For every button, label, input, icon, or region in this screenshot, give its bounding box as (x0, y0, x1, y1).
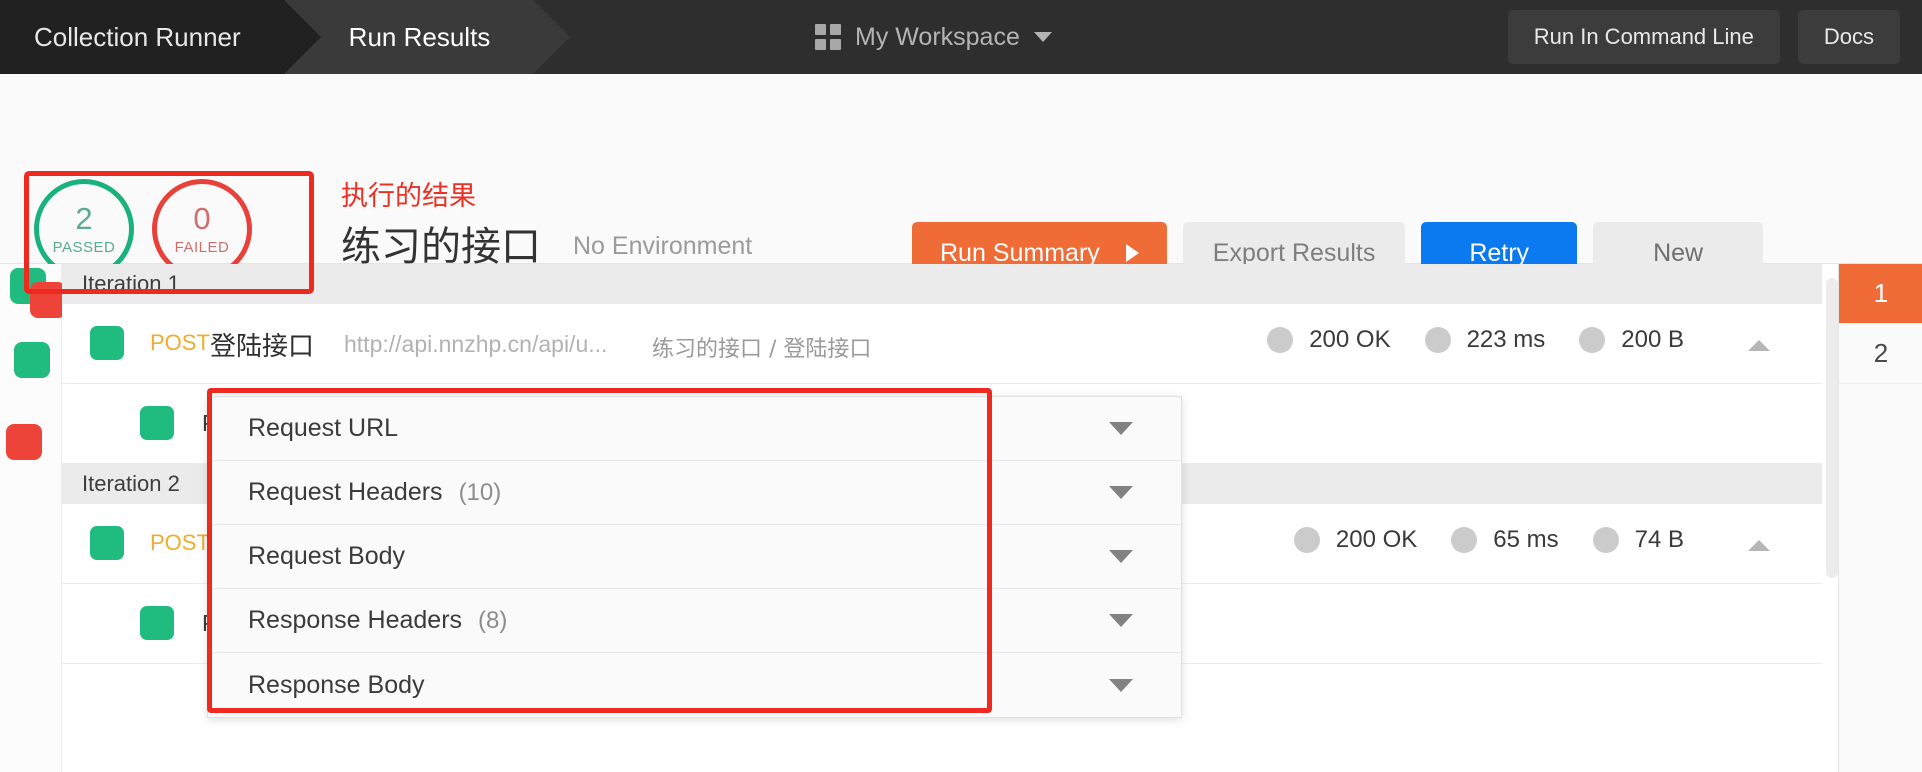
status-dot-icon (1267, 327, 1294, 353)
tab-run-results-label: Run Results (348, 21, 491, 52)
request-method: POST (150, 330, 210, 355)
detail-row-request-url[interactable]: Request URL (208, 397, 1181, 461)
test-status-square (140, 606, 174, 640)
time-dot-icon (1451, 527, 1478, 553)
request-status-square (90, 526, 124, 560)
response-size: 74 B (1634, 526, 1684, 553)
run-in-command-line-button[interactable]: Run In Command Line (1507, 10, 1780, 64)
response-time: 65 ms (1493, 526, 1559, 553)
chevron-down-icon[interactable] (1109, 422, 1133, 435)
request-metrics: 200 OK 223 ms 200 B (1267, 326, 1702, 354)
response-time: 223 ms (1466, 326, 1546, 353)
detail-row-response-headers-label: Response Headers (248, 606, 463, 634)
request-metrics: 200 OK 65 ms 74 B (1293, 526, 1702, 554)
grid-icon (815, 24, 841, 50)
topbar-actions: Run In Command Line Docs (1507, 0, 1900, 74)
tab-run-results[interactable]: Run Results (284, 0, 570, 74)
detail-row-request-body-label: Request Body (248, 542, 406, 570)
passed-count: 2 (75, 200, 93, 236)
chevron-down-icon[interactable] (1109, 486, 1133, 499)
time-dot-icon (1424, 327, 1451, 353)
workspace-label: My Workspace (855, 22, 1020, 51)
gutter-status-square-red (30, 282, 66, 318)
iteration-header-1-label: Iteration 1 (82, 271, 180, 296)
size-dot-icon (1579, 327, 1606, 353)
request-method: POST (150, 530, 210, 555)
request-detail-panel: Request URL Request Headers (10) Request… (207, 396, 1182, 718)
response-status: 200 OK (1335, 526, 1418, 553)
chevron-down-icon[interactable] (1109, 614, 1133, 627)
response-size: 200 B (1621, 326, 1684, 353)
detail-row-request-headers-count: (10) (458, 478, 502, 506)
response-status: 200 OK (1309, 326, 1391, 353)
environment-label: No Environment (573, 232, 753, 260)
failed-count: 0 (193, 200, 211, 236)
iteration-header-2-label: Iteration 2 (82, 471, 180, 496)
chevron-down-icon (1033, 32, 1052, 42)
status-dot-icon (1293, 527, 1320, 553)
passed-label: PASSED (52, 238, 116, 256)
size-dot-icon (1592, 527, 1619, 553)
detail-row-response-headers[interactable]: Response Headers (8) (208, 589, 1181, 653)
workspace-selector[interactable]: My Workspace (815, 0, 1052, 74)
app-root: Collection Runner Run Results My Workspa… (0, 0, 1922, 772)
request-url: http://api.nnzhp.cn/api/u... (344, 331, 608, 357)
tab-collection-runner-label: Collection Runner (34, 21, 241, 52)
detail-row-request-body[interactable]: Request Body (208, 525, 1181, 589)
table-row[interactable]: POST 登陆接口 http://api.nnzhp.cn/api/u... 练… (62, 304, 1822, 384)
tab-collection-runner[interactable]: Collection Runner (0, 0, 321, 74)
request-status-square (90, 326, 124, 360)
iteration-rail: 1 2 (1838, 264, 1922, 772)
detail-row-response-body[interactable]: Response Body (208, 653, 1181, 717)
failed-label: FAILED (174, 238, 230, 256)
iteration-rail-item-2[interactable]: 2 (1839, 324, 1922, 384)
detail-row-request-url-label: Request URL (248, 414, 399, 442)
collapse-chevron-icon[interactable] (1748, 340, 1770, 351)
request-name: 登陆接口 (210, 332, 315, 362)
top-navigation-bar: Collection Runner Run Results My Workspa… (0, 0, 1922, 74)
iteration-rail-item-1[interactable]: 1 (1839, 264, 1922, 324)
vertical-scrollbar[interactable] (1826, 278, 1838, 578)
gutter-status-square-red-2 (6, 424, 42, 460)
detail-row-request-headers[interactable]: Request Headers (10) (208, 461, 1181, 525)
collapse-chevron-icon[interactable] (1748, 540, 1770, 551)
status-gutter (0, 264, 66, 772)
gutter-status-square-green-2 (14, 342, 50, 378)
play-arrow-icon (1125, 244, 1139, 262)
annotation-label-results: 执行的结果 (341, 181, 476, 212)
request-breadcrumb: 练习的接口 / 登陆接口 (652, 337, 872, 362)
chevron-down-icon[interactable] (1109, 550, 1133, 563)
detail-row-response-headers-count: (8) (478, 606, 508, 634)
docs-button[interactable]: Docs (1797, 10, 1900, 64)
run-summary-bar: 2 PASSED 0 FAILED 执行的结果 练习的接口 No Environ… (0, 74, 1922, 299)
chevron-down-icon[interactable] (1109, 678, 1133, 692)
detail-row-response-body-label: Response Body (248, 670, 425, 699)
iteration-header-1: Iteration 1 (62, 264, 1822, 304)
test-status-square (140, 406, 174, 440)
detail-row-request-headers-label: Request Headers (248, 478, 443, 506)
